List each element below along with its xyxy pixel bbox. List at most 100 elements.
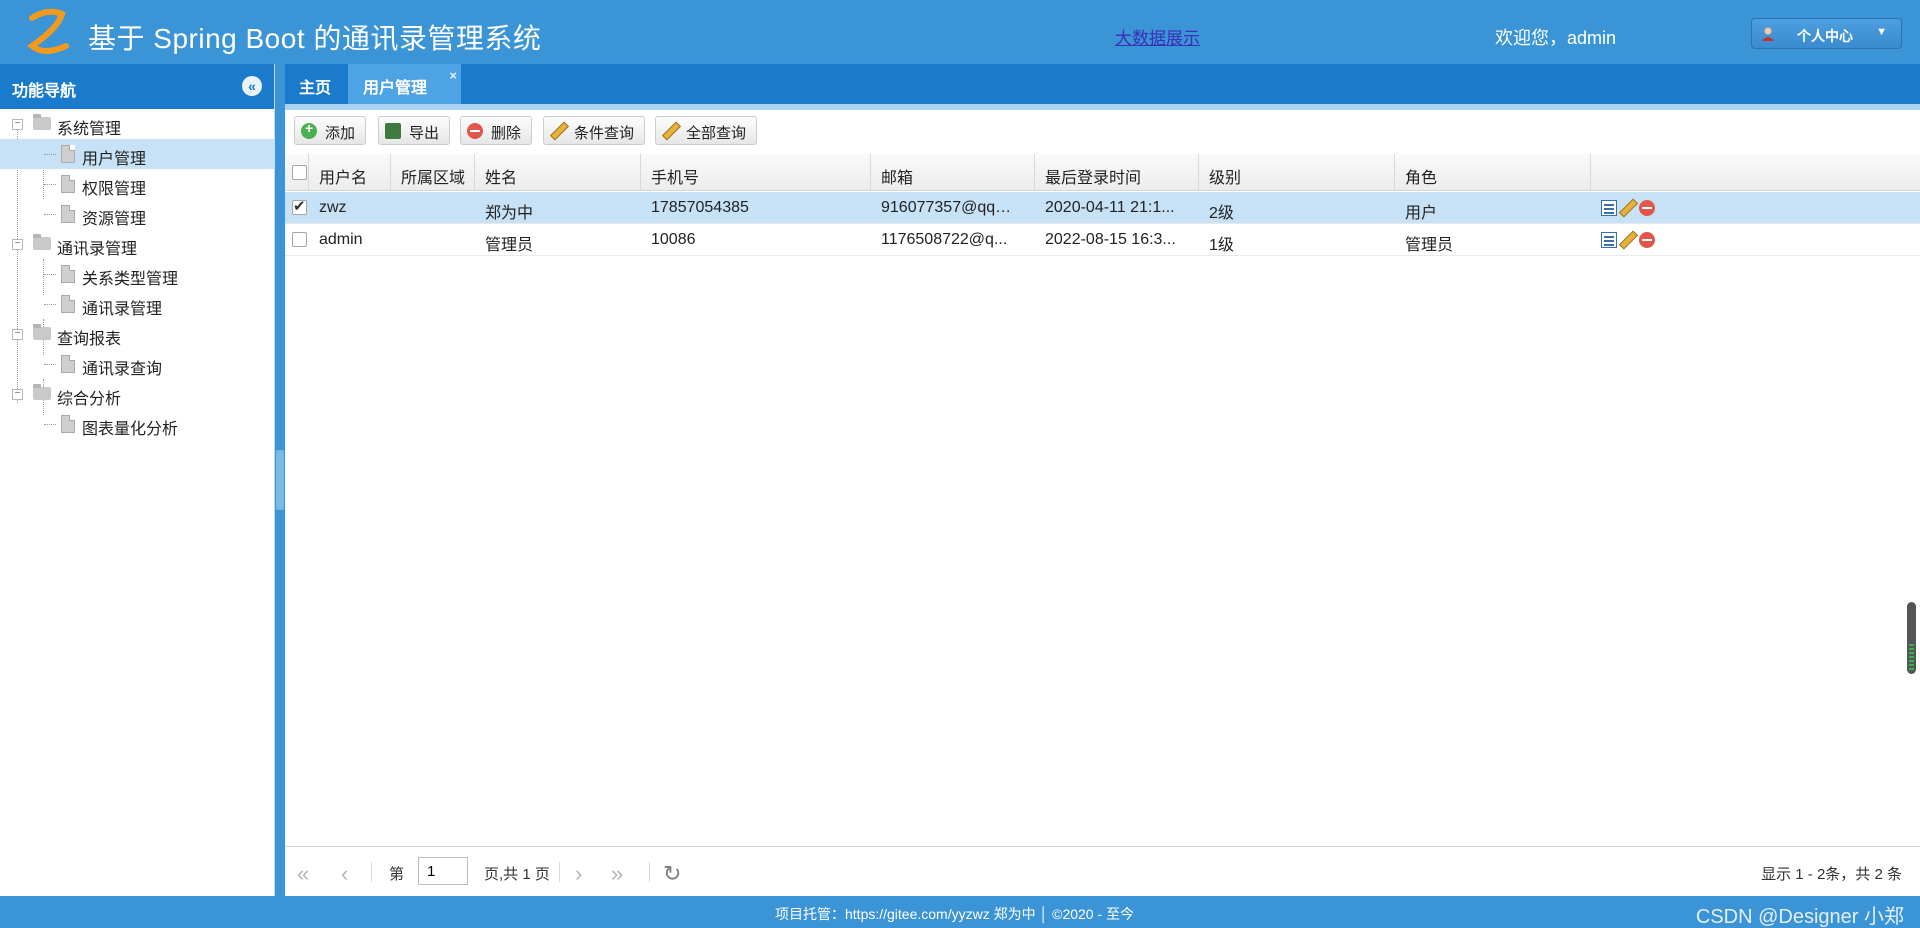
- sidebar-item-permission-management[interactable]: 权限管理: [0, 169, 275, 199]
- app-title: 基于 Spring Boot 的通讯录管理系统: [88, 23, 542, 54]
- select-all-checkbox[interactable]: [292, 165, 307, 180]
- delete-icon: [467, 123, 483, 139]
- edit-pencil-icon[interactable]: [1619, 232, 1635, 248]
- sidebar-item-resource-management[interactable]: 资源管理: [0, 199, 275, 229]
- tree-group-label: 查询报表: [57, 331, 122, 348]
- condition-query-button[interactable]: 条件查询: [543, 116, 645, 145]
- table-row[interactable]: admin 管理员 10086 1176508722@q... 2022-08-…: [285, 224, 1920, 256]
- sidebar-item-contacts-query[interactable]: 通讯录查询: [0, 349, 275, 379]
- tab-user-management[interactable]: 用户管理 ×: [348, 64, 461, 104]
- delete-label: 删除: [491, 125, 522, 142]
- pagination-bar: « ‹ 第 页,共 1 页 › » ↻ 显示 1 - 2条，共 2 条: [285, 846, 1920, 896]
- footer: 项目托管：https://gitee.com/yyzwz 郑为中 │ ©2020…: [0, 896, 1920, 928]
- sidebar: 功能导航 « − 系统管理 用户管理 权限管理 资源管理 − 通讯录管理 关系类…: [0, 64, 275, 896]
- tab-label: 用户管理: [363, 80, 428, 97]
- first-page-icon[interactable]: «: [297, 861, 309, 887]
- file-icon: [61, 415, 75, 433]
- add-icon: [301, 120, 317, 139]
- next-page-icon[interactable]: ›: [575, 861, 582, 887]
- layout-splitter[interactable]: [275, 64, 285, 896]
- bigdata-link[interactable]: 大数据展示: [1115, 24, 1200, 49]
- cell-last-login: 2022-08-15 16:3...: [1045, 231, 1176, 248]
- excel-export-icon: [385, 123, 401, 139]
- details-icon[interactable]: [1601, 200, 1617, 216]
- tree-group-reports[interactable]: − 查询报表: [0, 319, 275, 349]
- cell-username: admin: [319, 231, 363, 248]
- tree-group-label: 系统管理: [57, 121, 122, 138]
- details-icon[interactable]: [1601, 232, 1617, 248]
- col-header-region[interactable]: 所属区域: [391, 154, 475, 190]
- sidebar-item-label: 关系类型管理: [82, 271, 179, 288]
- refresh-icon[interactable]: ↻: [663, 861, 681, 887]
- collapse-minus-icon[interactable]: −: [12, 329, 23, 340]
- page-suffix: 页,共 1 页: [484, 866, 550, 883]
- col-header-last-login[interactable]: 最后登录时间: [1035, 154, 1199, 190]
- cell-level: 1级: [1209, 237, 1234, 254]
- pencil-icon: [662, 123, 678, 139]
- collapse-minus-icon[interactable]: −: [12, 389, 23, 400]
- cell-level: 2级: [1209, 205, 1234, 222]
- cell-last-login: 2020-04-11 21:1...: [1045, 199, 1175, 216]
- tree-connector: [44, 184, 56, 185]
- col-header-username[interactable]: 用户名: [309, 154, 391, 190]
- prev-page-icon[interactable]: ‹: [341, 861, 348, 887]
- edit-pencil-icon[interactable]: [1619, 200, 1635, 216]
- tree-connector: [44, 304, 56, 305]
- all-query-button[interactable]: 全部查询: [655, 116, 757, 145]
- pager-info: 显示 1 - 2条，共 2 条: [1761, 866, 1902, 883]
- splitter-handle[interactable]: [276, 450, 284, 510]
- sidebar-item-label: 通讯录管理: [82, 301, 163, 318]
- sidebar-item-relation-type-management[interactable]: 关系类型管理: [0, 259, 275, 289]
- col-header-name[interactable]: 姓名: [475, 154, 641, 190]
- row-checkbox[interactable]: [292, 197, 307, 215]
- col-header-role[interactable]: 角色: [1395, 154, 1591, 190]
- folder-icon: [33, 324, 51, 340]
- file-icon: [61, 175, 75, 193]
- sidebar-header: 功能导航 «: [0, 64, 274, 109]
- tree-group-contacts[interactable]: − 通讯录管理: [0, 229, 275, 259]
- app-header: 基于 Spring Boot 的通讯录管理系统 大数据展示 欢迎您，admin …: [0, 0, 1920, 64]
- close-tab-icon[interactable]: ×: [449, 68, 457, 83]
- row-checkbox[interactable]: [292, 232, 307, 247]
- scroll-thumb[interactable]: [1907, 602, 1916, 674]
- page-number-input[interactable]: [418, 857, 468, 885]
- cell-role: 用户: [1405, 205, 1438, 222]
- sidebar-item-chart-analysis[interactable]: 图表量化分析: [0, 409, 275, 439]
- pager-divider: [559, 862, 560, 882]
- select-all-cell: [285, 154, 309, 190]
- add-button[interactable]: 添加: [294, 116, 366, 145]
- cell-email: 1176508722@q...: [881, 231, 1008, 248]
- sidebar-item-label: 用户管理: [82, 151, 147, 168]
- delete-row-icon[interactable]: [1639, 200, 1655, 216]
- cell-phone: 17857054385: [651, 199, 749, 216]
- file-icon: [61, 295, 75, 313]
- sidebar-item-contacts-management[interactable]: 通讯录管理: [0, 289, 275, 319]
- col-header-phone[interactable]: 手机号: [641, 154, 871, 190]
- user-icon: [1762, 27, 1774, 41]
- collapse-minus-icon[interactable]: −: [12, 119, 23, 130]
- col-header-level[interactable]: 级别: [1199, 154, 1395, 190]
- footer-text: 项目托管：https://gitee.com/yyzwz 郑为中 │ ©2020…: [775, 906, 1135, 922]
- tree-group-analysis[interactable]: − 综合分析: [0, 379, 275, 409]
- delete-button[interactable]: 删除: [460, 116, 532, 145]
- file-icon: [61, 145, 75, 163]
- tree-group-system[interactable]: − 系统管理: [0, 109, 275, 139]
- page-prefix: 第: [389, 866, 405, 883]
- add-label: 添加: [325, 125, 356, 142]
- export-button[interactable]: 导出: [378, 116, 450, 145]
- user-center-dropdown[interactable]: 个人中心 ▼: [1751, 18, 1902, 49]
- last-page-icon[interactable]: »: [611, 861, 623, 887]
- collapse-sidebar-icon[interactable]: «: [242, 76, 262, 96]
- sidebar-item-user-management[interactable]: 用户管理: [0, 139, 275, 169]
- tab-home[interactable]: 主页: [285, 64, 345, 104]
- col-header-email[interactable]: 邮箱: [871, 154, 1035, 190]
- file-icon: [61, 205, 75, 223]
- table-row[interactable]: zwz 郑为中 17857054385 916077357@qq.com 202…: [285, 192, 1920, 224]
- tree-connector: [44, 214, 56, 215]
- sidebar-title: 功能导航: [12, 83, 77, 100]
- condition-query-label: 条件查询: [574, 125, 635, 142]
- sidebar-item-label: 资源管理: [82, 211, 147, 228]
- collapse-minus-icon[interactable]: −: [12, 239, 23, 250]
- main-panel: 主页 用户管理 × 添加 导出 删除 条件查询 全部查询 用户名 所属区域 姓名…: [285, 64, 1920, 896]
- delete-row-icon[interactable]: [1639, 232, 1655, 248]
